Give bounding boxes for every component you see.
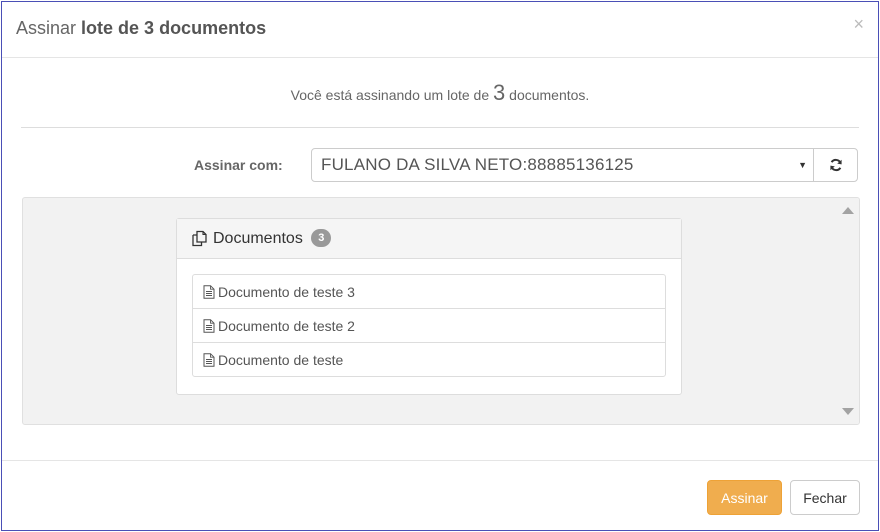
documents-scroll-area[interactable]: Documentos 3 Documento de teste 3 Docume…: [22, 197, 860, 425]
intro-after: documentos.: [509, 87, 590, 103]
list-item-label: Documento de teste 3: [218, 284, 355, 300]
scroll-up-arrow-icon[interactable]: [842, 207, 854, 214]
refresh-certificates-button[interactable]: [813, 148, 858, 182]
divider: [21, 127, 859, 128]
refresh-icon: [829, 158, 842, 172]
sign-batch-modal: Assinar lote de 3 documentos × Você está…: [1, 1, 879, 531]
file-text-icon: [203, 285, 215, 299]
close-button[interactable]: Fechar: [790, 480, 860, 515]
documents-title-text: Documentos: [213, 230, 303, 247]
list-item-label: Documento de teste: [218, 352, 344, 368]
modal-title-prefix: Assinar: [16, 18, 77, 38]
intro-count: 3: [493, 80, 506, 105]
copy-documents-icon: [192, 230, 207, 247]
modal-header: Assinar lote de 3 documentos ×: [2, 2, 878, 58]
footer-divider: [2, 460, 878, 461]
close-icon[interactable]: ×: [853, 14, 864, 34]
batch-intro-text: Você está assinando um lote de 3 documen…: [2, 80, 878, 106]
list-item[interactable]: Documento de teste: [192, 342, 666, 377]
intro-before: Você está assinando um lote de: [290, 87, 490, 103]
list-item[interactable]: Documento de teste 2: [192, 308, 666, 343]
list-item-label: Documento de teste 2: [218, 318, 355, 334]
vertical-scrollbar[interactable]: [837, 198, 859, 424]
documents-panel: Documentos 3 Documento de teste 3 Docume…: [176, 218, 682, 395]
certificate-select-value: FULANO DA SILVA NETO:88885136125: [321, 155, 634, 174]
documents-panel-title: Documentos 3: [213, 229, 332, 248]
scroll-down-arrow-icon[interactable]: [842, 408, 854, 415]
sign-button[interactable]: Assinar: [707, 480, 782, 515]
modal-title-bold: lote de 3 documentos: [81, 18, 267, 38]
chevron-down-icon: ▼: [798, 160, 807, 170]
list-item[interactable]: Documento de teste 3: [192, 274, 666, 309]
documents-list: Documento de teste 3 Documento de teste …: [192, 274, 666, 377]
file-text-icon: [203, 319, 215, 333]
modal-title: Assinar lote de 3 documentos: [16, 18, 266, 39]
file-text-icon: [203, 353, 215, 367]
certificate-select[interactable]: FULANO DA SILVA NETO:88885136125 ▼: [311, 148, 814, 182]
documents-count-badge: 3: [311, 229, 332, 247]
sign-with-label: Assinar com:: [194, 157, 283, 173]
documents-panel-heading: Documentos 3: [177, 219, 681, 259]
